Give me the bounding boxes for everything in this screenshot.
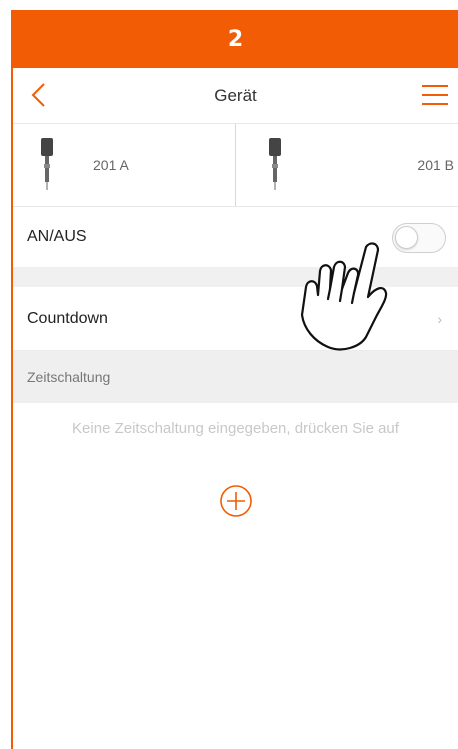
timer-hint-text: Keine Zeitschaltung eingegeben, drücken … xyxy=(72,419,399,437)
section-divider xyxy=(13,267,458,287)
power-toggle[interactable] xyxy=(392,223,446,253)
chevron-right-icon: › xyxy=(437,311,442,327)
timer-section-header: Zeitschaltung xyxy=(13,351,458,403)
page-title: Gerät xyxy=(214,85,257,105)
device-label: 201 B xyxy=(417,157,454,173)
device-selector: 201 A 201 B xyxy=(13,124,458,207)
app-frame: 2 Gerät 201 A 201 B AN/AUS Countdown › Z… xyxy=(11,10,458,749)
power-label: AN/AUS xyxy=(27,228,87,245)
hamburger-menu-icon[interactable] xyxy=(422,84,448,106)
chevron-left-icon[interactable] xyxy=(29,82,49,108)
timer-section-label: Zeitschaltung xyxy=(27,369,111,385)
power-row: AN/AUS xyxy=(13,207,458,267)
plus-circle-icon[interactable] xyxy=(219,484,253,518)
device-label: 201 A xyxy=(93,157,129,173)
step-banner: 2 xyxy=(13,10,458,68)
plug-icon xyxy=(269,138,281,190)
nav-bar: Gerät xyxy=(13,68,458,124)
toggle-knob xyxy=(395,226,418,249)
plug-icon xyxy=(41,138,53,190)
countdown-row[interactable]: Countdown › xyxy=(13,287,458,351)
device-tab-201a[interactable]: 201 A xyxy=(13,124,235,206)
device-tab-201b[interactable]: 201 B xyxy=(235,124,458,206)
timer-empty-hint: Keine Zeitschaltung eingegeben, drücken … xyxy=(13,403,458,453)
step-number: 2 xyxy=(227,26,244,52)
countdown-label: Countdown xyxy=(27,309,108,327)
